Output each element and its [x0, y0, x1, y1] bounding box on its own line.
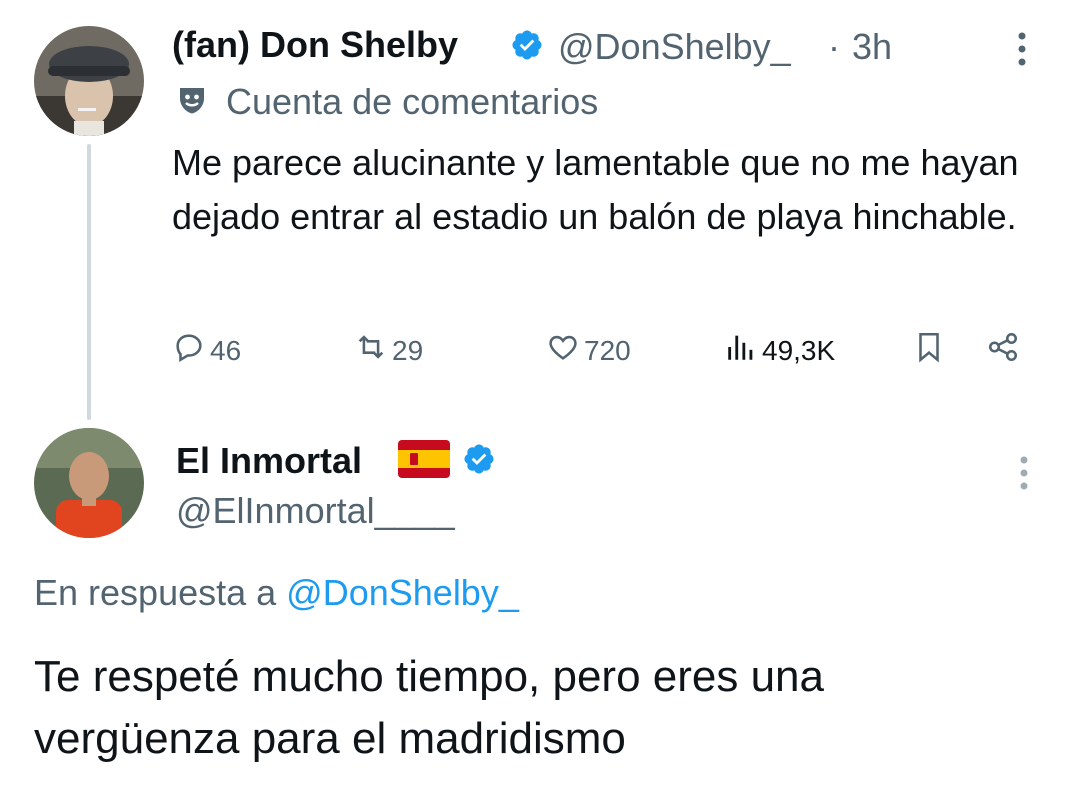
bookmark-icon: [912, 330, 946, 371]
views-button[interactable]: 49,3K: [724, 330, 835, 371]
repost-button[interactable]: 29: [354, 330, 423, 371]
reply-to-link[interactable]: @DonShelby_: [286, 572, 519, 613]
tweet1-separator: ·: [828, 26, 840, 67]
avatar-el-inmortal[interactable]: [34, 428, 144, 538]
tweet1-label: Cuenta de comentarios: [226, 81, 599, 122]
avatar-don-shelby[interactable]: [34, 26, 144, 136]
reply-context: En respuesta a @DonShelby_: [34, 572, 519, 614]
reply-count: 46: [210, 334, 242, 366]
tweet2-text: Te respeté mucho tiempo, pero eres una v…: [34, 652, 825, 763]
like-button[interactable]: 720: [546, 330, 631, 371]
spain-flag-icon: [398, 440, 450, 483]
more-vertical-icon[interactable]: [1014, 454, 1034, 501]
thread-connector-line: [87, 144, 91, 420]
verified-badge-icon: [510, 28, 544, 67]
heart-icon: [546, 330, 580, 371]
tweet1-text: Me parece alucinante y lamentable que no…: [172, 142, 1019, 237]
views-count: 49,3K: [762, 334, 836, 366]
reply-button[interactable]: 46: [172, 330, 241, 371]
verified-badge-icon: [462, 442, 496, 481]
more-vertical-icon[interactable]: [1012, 30, 1032, 77]
tweet2-display-name[interactable]: El Inmortal: [176, 440, 362, 482]
tweet2-handle[interactable]: @ElInmortal____: [176, 490, 455, 532]
tweet1-time[interactable]: 3h: [852, 26, 892, 68]
share-button[interactable]: [986, 330, 1020, 371]
repost-count: 29: [392, 334, 424, 366]
share-icon: [986, 330, 1020, 371]
repost-icon: [354, 330, 388, 371]
theater-mask-icon: [174, 82, 210, 123]
tweet1-handle[interactable]: @DonShelby_: [558, 26, 791, 68]
bookmark-button[interactable]: [912, 330, 946, 371]
tweet1-display-name[interactable]: (fan) Don Shelby: [172, 24, 458, 66]
reply-prefix: En respuesta a: [34, 572, 277, 613]
reply-icon: [172, 330, 206, 371]
like-count: 720: [584, 334, 631, 366]
views-chart-icon: [724, 330, 758, 371]
